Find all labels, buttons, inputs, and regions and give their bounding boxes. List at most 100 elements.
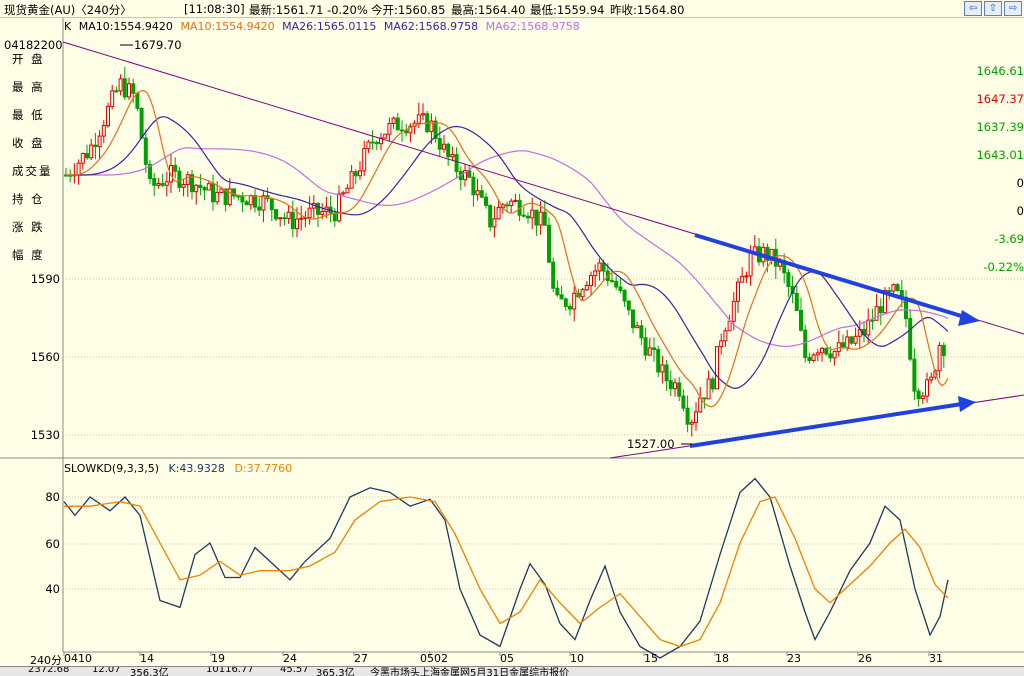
candle-body xyxy=(639,325,644,339)
candle-body xyxy=(211,183,215,203)
candle-body xyxy=(282,217,287,220)
candle-body xyxy=(689,422,694,425)
candle-body xyxy=(580,289,585,298)
candle-body xyxy=(563,298,568,308)
kd-k-line xyxy=(63,477,949,659)
candle-body xyxy=(635,325,640,329)
candle-body xyxy=(908,318,913,360)
candle-body xyxy=(895,284,900,291)
candle-body xyxy=(702,397,707,400)
candle-body xyxy=(337,193,341,222)
candle-body xyxy=(274,209,278,220)
candle-body xyxy=(253,194,257,208)
candle-body xyxy=(853,335,858,344)
candle-body xyxy=(929,376,934,381)
candle-body xyxy=(681,395,686,409)
candle-body xyxy=(416,114,421,124)
candle-body xyxy=(160,183,165,186)
candle-body xyxy=(656,349,661,373)
candle-body xyxy=(316,202,320,215)
status-item: 12.07 xyxy=(92,666,121,675)
candle-body xyxy=(257,206,262,211)
candle-body xyxy=(719,340,724,348)
candle-body xyxy=(391,117,396,124)
candle-body xyxy=(589,275,593,286)
news-ticker[interactable]: 今黑市场头上海金属网5月31日金属综市报价 xyxy=(370,667,569,676)
candle-body xyxy=(244,201,249,206)
x-label: 0410 xyxy=(64,652,92,665)
candle-body xyxy=(454,154,459,172)
x-label: 31 xyxy=(929,652,943,665)
lower-arrow xyxy=(689,396,976,448)
candle-body xyxy=(505,204,509,207)
candle-body xyxy=(177,170,182,188)
candle-body xyxy=(652,347,656,351)
candle-body xyxy=(740,275,745,283)
candle-body xyxy=(647,347,652,356)
candle-body xyxy=(614,280,619,288)
candle-body xyxy=(248,194,253,206)
candle-body xyxy=(202,187,207,191)
candle-body xyxy=(811,354,816,361)
candle-body xyxy=(80,153,85,164)
candle-body xyxy=(156,183,161,186)
candle-body xyxy=(572,292,577,310)
candle-body xyxy=(584,284,589,291)
x-label: 15 xyxy=(644,652,658,665)
candle-body xyxy=(841,342,845,349)
candle-body xyxy=(668,380,673,390)
candle-body xyxy=(530,209,535,219)
candle-body xyxy=(164,181,169,186)
kd-legend: SLOWKD(9,3,3,5) K:43.9328 D:37.7760 xyxy=(64,462,298,475)
candle-body xyxy=(601,262,606,272)
candle-body xyxy=(845,336,850,349)
candle-body xyxy=(106,105,110,127)
candle-body xyxy=(479,190,484,198)
candle-body xyxy=(450,154,455,158)
candle-body xyxy=(118,78,123,92)
candle-body xyxy=(912,358,917,392)
low-marker-label: 1527.00 xyxy=(627,437,675,451)
candle-body xyxy=(610,280,614,283)
x-label: 24 xyxy=(283,652,297,665)
candle-body xyxy=(513,199,518,202)
candle-body xyxy=(227,188,232,205)
candle-body xyxy=(920,395,925,400)
candle-body xyxy=(916,390,921,400)
x-label: 10 xyxy=(570,652,584,665)
candle-body xyxy=(551,261,556,289)
candlestick-chart[interactable] xyxy=(0,0,1024,666)
candle-body xyxy=(143,137,148,165)
candle-body xyxy=(76,162,81,176)
candle-body xyxy=(887,290,892,293)
candle-body xyxy=(820,347,824,354)
candle-body xyxy=(727,320,732,332)
candle-body xyxy=(509,200,514,206)
candle-body xyxy=(874,306,879,321)
candle-body xyxy=(807,356,812,361)
candle-body xyxy=(698,397,703,413)
candle-body xyxy=(97,135,102,148)
candle-body xyxy=(496,206,501,220)
candle-body xyxy=(152,178,157,186)
candle-body xyxy=(568,306,572,310)
candle-body xyxy=(475,190,480,196)
candle-body xyxy=(597,262,602,272)
candle-body xyxy=(694,411,698,424)
kd-d-value: D:37.7760 xyxy=(234,462,293,475)
candle-body xyxy=(198,184,203,189)
candle-body xyxy=(828,353,833,359)
candle-body xyxy=(307,207,312,219)
candle-body xyxy=(799,309,803,331)
candle-body xyxy=(492,218,497,228)
candle-body xyxy=(488,204,493,228)
candle-body xyxy=(631,309,635,329)
candle-body xyxy=(618,286,623,292)
candle-body xyxy=(93,144,98,148)
candle-body xyxy=(925,379,929,397)
status-item: 356.3亿 xyxy=(130,668,169,676)
candle-body xyxy=(706,378,711,400)
candle-body xyxy=(794,293,799,311)
candle-body xyxy=(85,153,89,159)
candle-body xyxy=(547,224,551,263)
